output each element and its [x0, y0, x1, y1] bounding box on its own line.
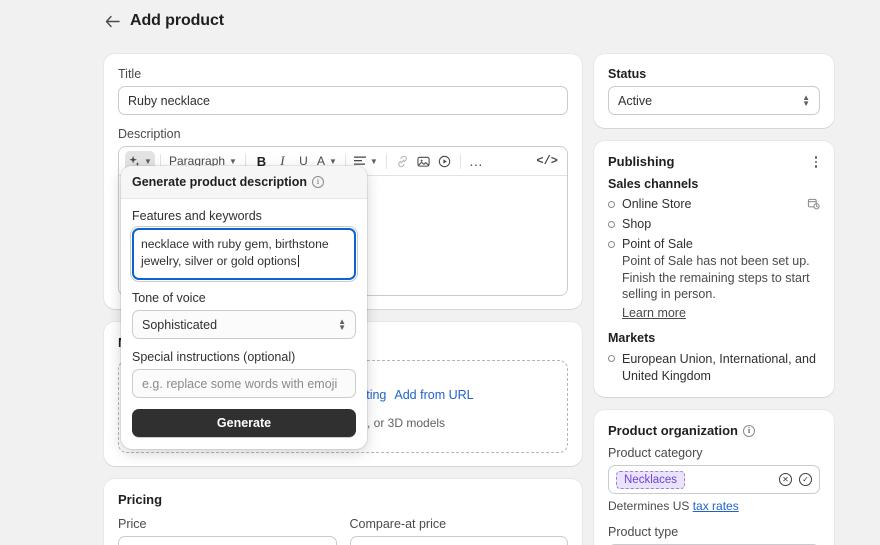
chevron-updown-icon: ▲ ▼ — [802, 92, 810, 108]
add-product-page: Add product Title Ruby necklace Descript… — [0, 0, 880, 545]
arrow-left-icon[interactable] — [104, 13, 121, 30]
page-title: Add product — [130, 12, 224, 29]
product-organization-header: Product organization i — [608, 423, 820, 438]
category-chip[interactable]: Necklaces — [616, 470, 686, 489]
point-of-sale-note: Point of Sale has not been set up. Finis… — [622, 254, 810, 301]
price-input[interactable]: $ 0.00 — [118, 536, 337, 545]
sales-channels-label: Sales channels — [608, 177, 699, 191]
title-input[interactable]: Ruby necklace — [118, 86, 568, 115]
instructions-label: Special instructions (optional) — [132, 350, 296, 364]
chevron-down-icon: ▼ — [328, 156, 337, 166]
tone-value: Sophisticated — [142, 317, 218, 332]
status-label: Status — [608, 67, 647, 81]
pricing-card: Pricing Price $ 0.00 Compare-at price — [104, 479, 582, 545]
category-help-text: Determines US tax rates — [608, 499, 820, 513]
info-icon[interactable]: i — [743, 424, 755, 437]
channel-bullet-icon — [608, 221, 615, 228]
chevron-updown-icon: ▲ ▼ — [338, 316, 346, 332]
video-icon-button[interactable] — [434, 151, 455, 172]
clear-circle-icon[interactable]: ✕ — [779, 473, 792, 486]
compare-at-input[interactable]: $ 0.00 i — [349, 536, 568, 545]
instructions-input[interactable]: e.g. replace some words with emoji — [132, 369, 356, 398]
pricing-title: Pricing — [118, 492, 163, 507]
toolbar-divider — [459, 153, 461, 169]
channel-bullet-icon — [608, 201, 615, 208]
toolbar-divider — [385, 153, 387, 169]
status-value: Active — [618, 93, 653, 108]
price-label: Price — [118, 517, 147, 531]
calendar-clock-icon[interactable] — [807, 197, 820, 210]
channel-row-online-store[interactable]: Online Store — [608, 197, 820, 211]
link-icon-button[interactable] — [392, 151, 413, 172]
popover-header: Generate product description i — [121, 166, 367, 199]
product-category-input[interactable]: Necklaces ✕ ✓ — [608, 465, 820, 494]
channel-name: Point of Sale — [622, 237, 693, 251]
code-view-button[interactable]: </> — [533, 151, 561, 172]
tone-label: Tone of voice — [132, 291, 206, 305]
compare-at-price-field: Compare-at price $ 0.00 i — [349, 517, 568, 545]
product-category-label: Product category — [608, 446, 703, 460]
description-label: Description — [118, 127, 181, 141]
channel-name: Online Store — [622, 197, 692, 211]
channel-row-point-of-sale[interactable]: Point of Sale — [608, 237, 820, 251]
generate-description-popover: Generate product description i Features … — [121, 166, 367, 449]
channel-name: Shop — [622, 217, 652, 231]
add-from-url-link[interactable]: Add from URL — [394, 388, 473, 402]
product-organization-title: Product organization — [608, 423, 738, 438]
features-value: necklace with ruby gem, birthstone jewel… — [141, 237, 329, 268]
kebab-menu-icon[interactable] — [812, 154, 821, 170]
publishing-header: Publishing — [608, 154, 820, 173]
chevron-down-icon: ▼ — [229, 156, 237, 166]
page-header: Add product — [104, 12, 224, 30]
popover-title: Generate product description — [132, 175, 308, 189]
status-card: Status Active ▲ ▼ — [594, 54, 834, 128]
market-name: European Union, International, and Unite… — [622, 352, 816, 383]
pricing-fields: Price $ 0.00 Compare-at price $ 0.00 — [118, 517, 568, 545]
product-organization-card: Product organization i Product category … — [594, 410, 834, 545]
tax-rates-link[interactable]: tax rates — [693, 499, 739, 513]
image-icon-button[interactable] — [413, 151, 434, 172]
status-select[interactable]: Active ▲ ▼ — [608, 86, 820, 115]
text-cursor — [297, 254, 299, 267]
market-bullet-icon — [608, 355, 615, 362]
product-type-label: Product type — [608, 525, 679, 539]
publishing-card: Publishing Sales channels Online Store S… — [594, 141, 834, 397]
info-icon[interactable]: i — [312, 176, 325, 188]
more-options-button[interactable]: … — [466, 151, 487, 172]
title-label: Title — [118, 67, 142, 81]
category-actions: ✕ ✓ — [779, 473, 812, 486]
help-prefix: Determines US — [608, 499, 693, 513]
popover-body: Features and keywords necklace with ruby… — [121, 199, 367, 449]
channel-row-shop[interactable]: Shop — [608, 217, 820, 231]
check-circle-icon[interactable]: ✓ — [799, 473, 812, 486]
chevron-down-icon: ▼ — [144, 156, 152, 166]
market-row[interactable]: European Union, International, and Unite… — [608, 351, 820, 384]
features-textarea[interactable]: necklace with ruby gem, birthstone jewel… — [130, 226, 358, 282]
sidebar-column: Status Active ▲ ▼ Publishing Sales channe… — [594, 54, 834, 545]
learn-more-link[interactable]: Learn more — [622, 305, 820, 322]
features-label: Features and keywords — [132, 209, 262, 223]
tone-select[interactable]: Sophisticated ▲ ▼ — [132, 310, 356, 339]
markets-label: Markets — [608, 331, 656, 345]
publishing-title: Publishing — [608, 154, 675, 169]
compare-at-label: Compare-at price — [349, 517, 447, 531]
generate-button[interactable]: Generate — [132, 409, 356, 437]
price-field: Price $ 0.00 — [118, 517, 337, 545]
chevron-down-icon: ▼ — [369, 156, 378, 166]
channel-bullet-icon — [608, 241, 615, 248]
